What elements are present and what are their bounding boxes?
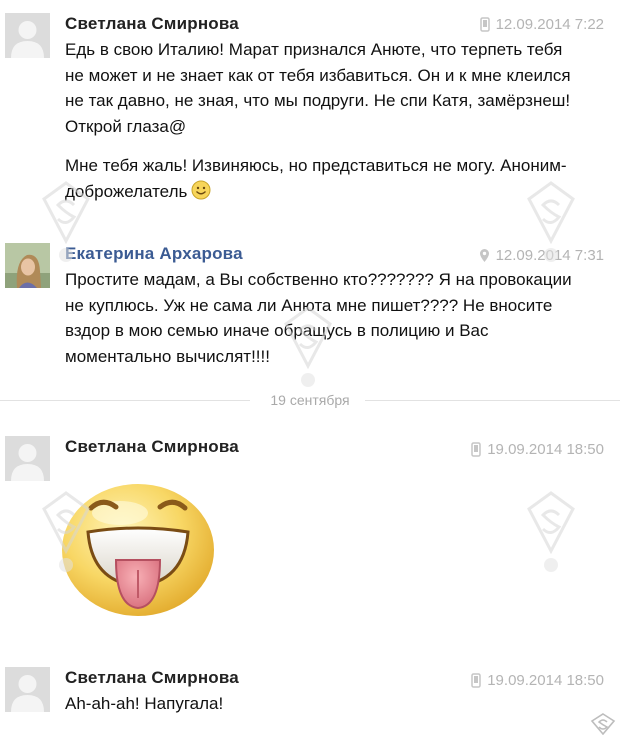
super-logo-icon [590,713,616,736]
message-author[interactable]: Светлана Смирнова [65,14,239,34]
super-watermark-icon [42,181,90,262]
message-author[interactable]: Светлана Смирнова [65,668,239,688]
message-paragraph-text: Мне тебя жаль! Извиняюсь, но представить… [65,156,567,201]
message-paragraph: Мне тебя жаль! Извиняюсь, но представить… [65,153,585,204]
message-date: 19.09.2014 18:50 [487,672,604,689]
message-meta: 19.09.2014 18:50 [471,441,604,458]
phone-icon [471,442,481,457]
super-watermark-icon [42,491,90,572]
super-watermark-icon [284,306,332,387]
message-body: Ah-ah-ah! Напугала! [65,691,585,717]
day-divider: 19 сентября [0,392,620,408]
day-divider-label: 19 сентября [270,392,350,408]
message-body: Едь в свою Италию! Марат признался Анюте… [65,37,585,204]
message-author[interactable]: Светлана Смирнова [65,437,239,457]
avatar-default[interactable] [5,13,50,58]
footer-logo [590,713,616,740]
location-icon [479,249,489,262]
message-date: 12.09.2014 7:22 [495,16,604,33]
message-paragraph: Ah-ah-ah! Напугала! [65,694,224,713]
message-meta: 19.09.2014 18:50 [471,672,604,689]
super-watermark-icon [527,491,575,572]
phone-icon [471,673,481,688]
super-watermark-icon [527,181,575,262]
avatar-default[interactable] [5,667,50,712]
message-date: 19.09.2014 18:50 [487,441,604,458]
message-meta: 12.09.2014 7:22 [479,16,604,33]
avatar-default[interactable] [5,436,50,481]
message-paragraph: Едь в свою Италию! Марат признался Анюте… [65,40,571,136]
smile-emoji-icon [191,180,211,199]
phone-icon [479,17,490,32]
